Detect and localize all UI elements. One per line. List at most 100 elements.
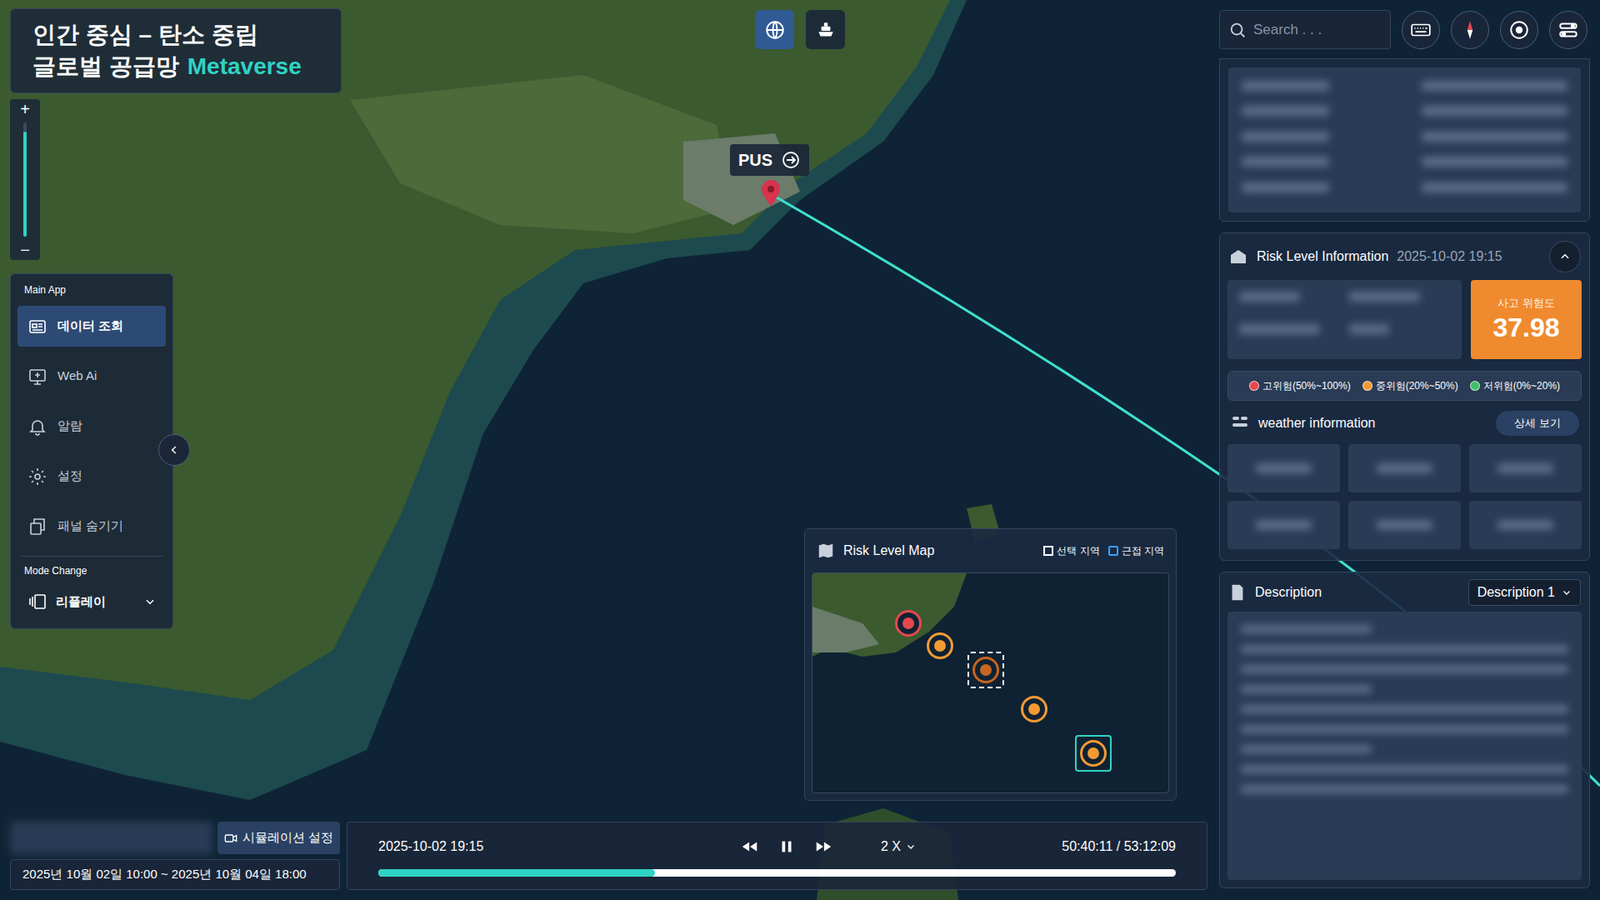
- blurred-content: [1239, 324, 1320, 335]
- legend-item: 저위험(0%~20%): [1470, 378, 1560, 394]
- port-label[interactable]: PUS: [730, 144, 810, 176]
- title-highlight: Metaverse: [187, 50, 302, 83]
- date-range-text: 2025년 10월 02일 10:00 ~ 2025년 10월 04일 18:0…: [22, 865, 307, 885]
- simulation-settings-button[interactable]: 시뮬레이션 설정: [217, 821, 340, 855]
- keyboard-icon: [1410, 19, 1432, 41]
- risk-legend: 고위험(50%~100%) 중위험(20%~50%) 저위험(0%~20%): [1227, 370, 1582, 401]
- sidebar-item[interactable]: Web Ai: [17, 355, 166, 397]
- section-title: weather information: [1258, 413, 1488, 434]
- filter-label: 근접 지역: [1121, 543, 1165, 559]
- description-dropdown[interactable]: Description 1: [1468, 579, 1581, 606]
- view-toggle-button[interactable]: [755, 10, 795, 50]
- weather-icon: [1230, 413, 1250, 434]
- map-icon: [816, 541, 835, 560]
- collapse-sidebar-button[interactable]: [158, 434, 190, 466]
- risk-map[interactable]: [811, 572, 1170, 794]
- button-label: 시뮬레이션 설정: [242, 828, 334, 848]
- marker-dot: [1028, 703, 1040, 715]
- zoom-out-button[interactable]: −: [20, 240, 30, 260]
- blurred-content: [1497, 463, 1555, 474]
- title-box: 인간 중심 – 탄소 중립글로벌 공급망Metaverse: [10, 8, 342, 94]
- blurred-content: [1241, 131, 1330, 142]
- blurred-content: [1240, 645, 1569, 654]
- risk-marker[interactable]: [967, 651, 1005, 689]
- legend-label: 고위험(50%~100%): [1262, 378, 1351, 394]
- risk-marker[interactable]: [921, 627, 959, 665]
- mode-dropdown[interactable]: 리플레이: [20, 585, 163, 619]
- blurred-content: [1421, 80, 1569, 91]
- zoom-in-button[interactable]: +: [20, 99, 30, 120]
- blurred-content: [1240, 625, 1372, 634]
- progress-track[interactable]: [378, 869, 1176, 877]
- copy-icon: [27, 516, 48, 537]
- search-icon: [1228, 20, 1247, 40]
- tool-button[interactable]: [1401, 10, 1440, 50]
- blurred-content: [1240, 745, 1372, 754]
- search-box: [1219, 10, 1391, 50]
- bell-icon: [27, 416, 48, 437]
- ship-icon: [815, 19, 837, 41]
- section-label: Mode Change: [20, 563, 163, 579]
- legend-dot: [1249, 380, 1260, 391]
- card-time: 2025-10-02 19:15: [1396, 246, 1541, 267]
- sidebar-item[interactable]: 데이터 조회: [17, 305, 166, 347]
- score-label: 사고 위험도: [1497, 295, 1555, 312]
- legend-item: 중위험(20%~50%): [1362, 378, 1459, 394]
- sidebar-item[interactable]: 설정: [17, 455, 166, 497]
- globe-icon: [764, 19, 786, 41]
- tool-button[interactable]: [1549, 10, 1588, 50]
- zoom-track[interactable]: [23, 122, 27, 237]
- title-line: 인간 중심 – 탄소 중립: [32, 19, 320, 51]
- card-title: Description: [1255, 582, 1460, 603]
- date-range: 2025년 10월 02일 10:00 ~ 2025년 10월 04일 18:0…: [10, 859, 340, 890]
- blurred-content: [1239, 291, 1300, 302]
- rewind-icon[interactable]: [740, 837, 760, 856]
- speed-dropdown[interactable]: 2 X: [880, 836, 916, 857]
- marker-ring: [895, 610, 922, 637]
- map-pin-icon[interactable]: [760, 178, 782, 207]
- card-title: Risk Level Map: [843, 540, 1035, 561]
- chevron-up-icon: [1559, 250, 1571, 263]
- description-card: Description Description 1: [1219, 571, 1590, 889]
- blurred-content: [1240, 665, 1569, 674]
- tool-button[interactable]: [1500, 10, 1539, 50]
- gear-icon: [27, 466, 48, 487]
- title-line: 글로벌 공급망: [32, 50, 180, 83]
- sidebar-item[interactable]: 알람: [17, 405, 166, 447]
- tool-button[interactable]: [1450, 10, 1490, 50]
- blurred-content: [1240, 705, 1569, 714]
- blurred-content: [1421, 131, 1569, 142]
- layers-icon: [27, 591, 48, 612]
- score-value: 37.98: [1492, 310, 1560, 345]
- map-filter[interactable]: 선택 지역: [1043, 543, 1100, 559]
- legend-dot: [1362, 380, 1373, 391]
- risk-marker[interactable]: [890, 605, 927, 642]
- port-name: PUS: [738, 147, 773, 173]
- mode-label: 리플레이: [55, 592, 136, 612]
- sidebar-item[interactable]: 패널 숨기기: [17, 505, 166, 547]
- marker-dot: [1087, 747, 1100, 760]
- enter-icon: [780, 150, 801, 170]
- search-input[interactable]: [1253, 19, 1382, 41]
- risk-marker[interactable]: [1015, 690, 1053, 728]
- chevron-left-icon: [168, 444, 180, 456]
- detail-button[interactable]: 상세 보기: [1495, 410, 1580, 436]
- legend-dot: [1470, 380, 1480, 391]
- blurred-content: [1241, 182, 1330, 193]
- progress-fill: [378, 869, 655, 877]
- risk-marker[interactable]: [1075, 735, 1112, 772]
- marker-ring: [1020, 695, 1048, 723]
- blurred-content: [1241, 105, 1330, 116]
- pause-icon[interactable]: [777, 837, 796, 856]
- chevron-down-icon: [1561, 587, 1572, 598]
- view-toggle-button[interactable]: [805, 10, 845, 50]
- blurred-content: [1255, 520, 1313, 530]
- blurred-content: [1376, 520, 1434, 530]
- checkbox[interactable]: [1108, 545, 1119, 556]
- risk-score-box: 사고 위험도37.98: [1470, 280, 1582, 360]
- section-label: Main App: [17, 282, 166, 298]
- blurred-content: [1240, 685, 1372, 694]
- map-filter[interactable]: 근접 지역: [1108, 543, 1165, 559]
- fast-forward-icon[interactable]: [814, 837, 833, 856]
- collapse-button[interactable]: [1549, 240, 1581, 273]
